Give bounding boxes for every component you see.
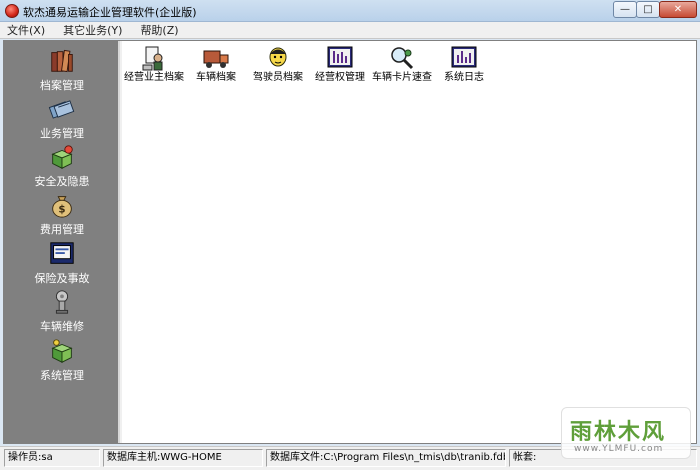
content-item-vehicle-card-lookup[interactable]: 车辆卡片速查 — [372, 45, 432, 83]
sidebar-item-archives[interactable]: 档案管理 — [4, 45, 120, 93]
app-window: 软杰通易运输企业管理软件(企业版) — □ ✕ 文件(X) 其它业务(Y) 帮助… — [0, 0, 700, 470]
site-watermark: 雨林木风 www.YLMFU.com — [561, 407, 691, 459]
content-item-system-log[interactable]: 系统日志 — [434, 45, 494, 83]
menu-help[interactable]: 帮助(Z) — [137, 22, 181, 38]
sidebar-item-system[interactable]: 系统管理 — [4, 335, 120, 383]
sidebar-item-label: 档案管理 — [40, 79, 84, 92]
maximize-button[interactable]: □ — [636, 1, 660, 18]
chart-board-icon — [327, 46, 353, 68]
sidebar-item-label: 费用管理 — [40, 223, 84, 236]
sidebar-item-business[interactable]: 业务管理 — [4, 93, 120, 141]
wrench-icon — [55, 290, 69, 314]
menu-bar: 文件(X) 其它业务(Y) 帮助(Z) — [0, 22, 700, 39]
money-bag-icon: $ — [52, 196, 72, 218]
truck-icon — [203, 50, 229, 68]
sidebar-item-safety[interactable]: 安全及隐患 — [4, 141, 120, 189]
content-item-owner-archive[interactable]: 经营业主档案 — [124, 45, 184, 83]
app-logo-icon — [5, 4, 19, 18]
status-operator: 操作员:sa — [4, 449, 100, 467]
safety-box-icon — [51, 145, 73, 169]
books-icon — [51, 49, 73, 73]
driver-icon — [269, 47, 287, 67]
content-item-label: 经营业主档案 — [124, 72, 184, 83]
main-area: 档案管理 业务管理 安全及隐患 $ 费用管理 保险及事故 车辆维修 系统管理 经… — [3, 40, 697, 444]
magnifier-card-icon — [391, 47, 414, 70]
content-item-label: 车辆卡片速查 — [372, 72, 432, 83]
content-item-label: 车辆档案 — [196, 72, 236, 83]
menu-other-business[interactable]: 其它业务(Y) — [60, 22, 125, 38]
content-panel: 经营业主档案 车辆档案 驾驶员档案 经营权管理 车辆卡片速查 系统日志 — [122, 41, 696, 443]
tickets-icon — [48, 100, 75, 119]
content-item-label: 驾驶员档案 — [253, 72, 303, 83]
sidebar-item-repair[interactable]: 车辆维修 — [4, 286, 120, 334]
owner-file-icon — [142, 46, 163, 71]
minimize-button[interactable]: — — [613, 1, 637, 18]
content-item-label: 系统日志 — [444, 72, 484, 83]
content-item-vehicle-archive[interactable]: 车辆档案 — [186, 45, 246, 83]
sidebar-item-label: 安全及隐患 — [34, 175, 90, 188]
content-item-label: 经营权管理 — [315, 72, 365, 83]
content-item-driver-archive[interactable]: 驾驶员档案 — [248, 45, 308, 83]
log-board-icon — [451, 46, 477, 68]
content-item-operation-rights[interactable]: 经营权管理 — [310, 45, 370, 83]
minimize-icon: — — [620, 4, 630, 15]
menu-file[interactable]: 文件(X) — [4, 22, 48, 38]
title-bar[interactable]: 软杰通易运输企业管理软件(企业版) — □ ✕ — [0, 0, 700, 22]
sidebar: 档案管理 业务管理 安全及隐患 $ 费用管理 保险及事故 车辆维修 系统管理 — [4, 41, 120, 443]
sidebar-item-label: 保险及事故 — [34, 272, 90, 285]
maximize-icon: □ — [643, 4, 653, 15]
sidebar-item-label: 车辆维修 — [40, 320, 84, 333]
status-db-file: 数据库文件:C:\Program Files\n_tmis\db\tranib.… — [266, 449, 506, 467]
watermark-logo-text: 雨林木风 — [570, 420, 667, 445]
sidebar-item-insurance[interactable]: 保险及事故 — [4, 238, 120, 286]
sidebar-item-expenses[interactable]: $ 费用管理 — [4, 189, 120, 237]
monitor-icon — [50, 242, 74, 264]
svg-text:$: $ — [58, 203, 65, 215]
sidebar-item-label: 业务管理 — [40, 127, 84, 140]
window-title: 软杰通易运输企业管理软件(企业版) — [23, 6, 197, 19]
status-db-host: 数据库主机:WWG-HOME — [103, 449, 263, 467]
close-button[interactable]: ✕ — [659, 1, 697, 18]
sidebar-item-label: 系统管理 — [40, 369, 84, 382]
system-box-icon — [51, 339, 73, 363]
watermark-url: www.YLMFU.com — [574, 444, 664, 454]
close-icon: ✕ — [673, 4, 683, 15]
